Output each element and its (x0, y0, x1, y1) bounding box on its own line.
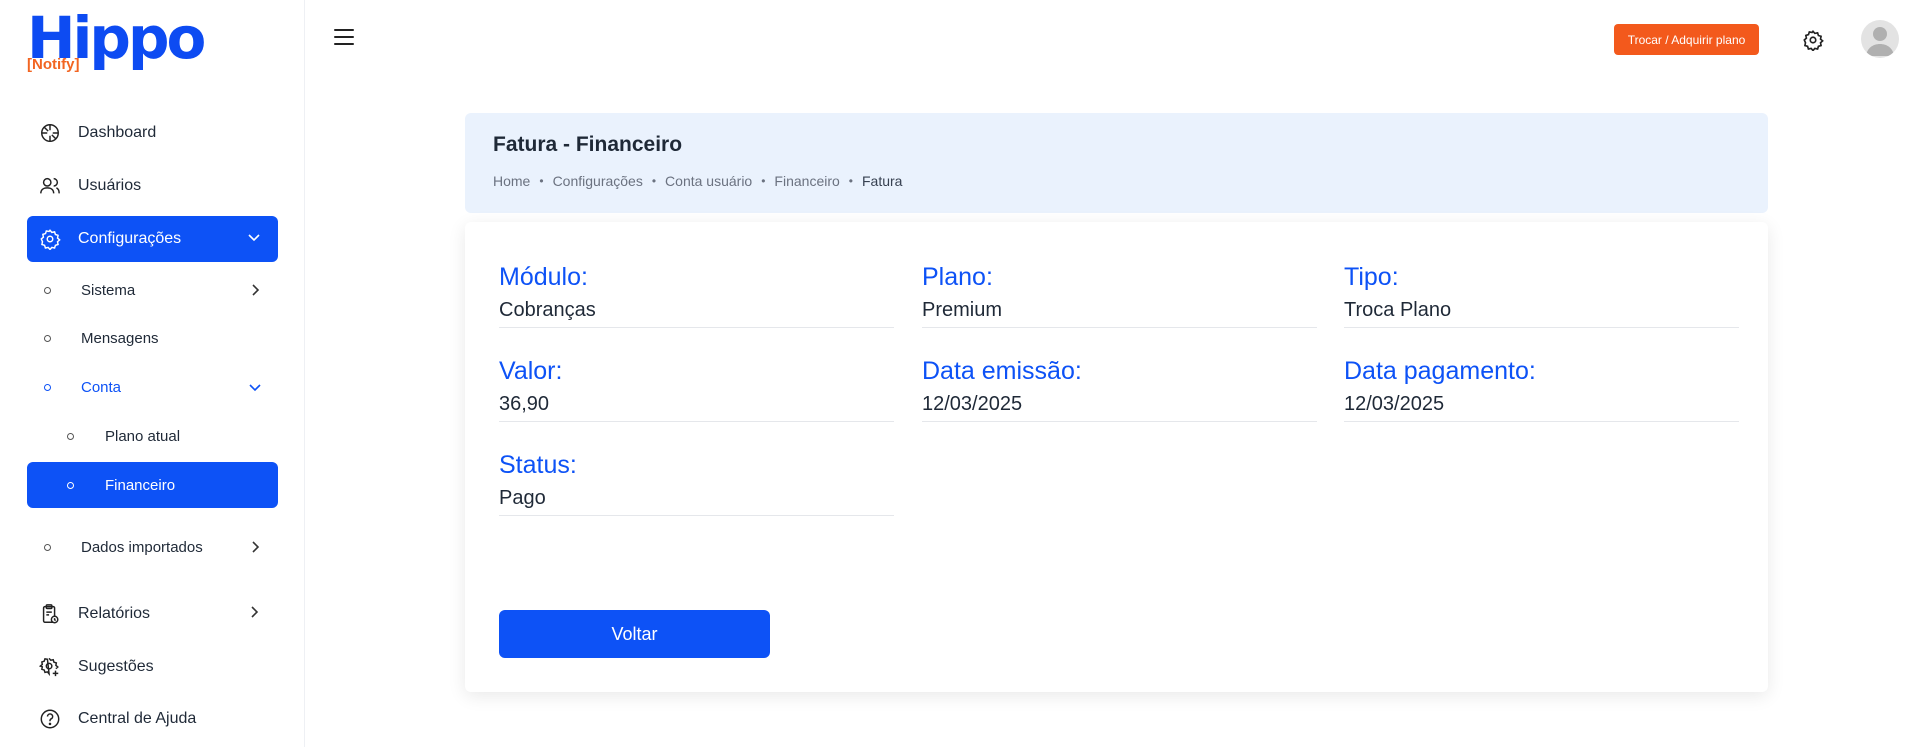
gear-plus-icon (38, 655, 62, 679)
breadcrumb: Home • Configurações • Conta usuário • F… (493, 173, 903, 189)
bullet-icon (67, 432, 74, 440)
breadcrumb-home[interactable]: Home (493, 173, 530, 189)
sidebar-subitem-label: Sistema (81, 281, 136, 299)
field-label: Módulo: (499, 263, 588, 291)
page-title: Fatura - Financeiro (493, 133, 683, 156)
field-label: Data pagamento: (1344, 357, 1536, 385)
field-value: Premium (922, 297, 1317, 328)
hamburger-icon (334, 29, 354, 31)
sidebar-item-label: Central de Ajuda (78, 710, 197, 727)
sidebar-item-usuarios[interactable]: Usuários (27, 163, 278, 209)
clipboard-icon (38, 602, 62, 626)
field-value: Cobranças (499, 297, 894, 328)
change-plan-button[interactable]: Trocar / Adquirir plano (1614, 24, 1759, 55)
sidebar-subitem-label: Plano atual (105, 427, 181, 445)
chevron-down-icon (249, 384, 261, 392)
field-label: Valor: (499, 357, 563, 385)
bullet-icon (44, 334, 51, 342)
dashboard-icon (38, 121, 62, 145)
bullet-icon (67, 481, 74, 489)
sidebar-subitem-label: Financeiro (105, 476, 176, 494)
field-value: 36,90 (499, 391, 894, 422)
user-avatar[interactable] (1861, 20, 1899, 58)
users-icon (38, 174, 62, 198)
field-value: 12/03/2025 (922, 391, 1317, 422)
breadcrumb-conta-usuario[interactable]: Conta usuário (665, 173, 752, 189)
sidebar-subitem-dados-importados[interactable]: Dados importados (27, 524, 278, 570)
sidebar-item-central-ajuda[interactable]: Central de Ajuda (27, 696, 278, 742)
sidebar-item-label: Dashboard (78, 124, 157, 141)
field-value: Pago (499, 485, 894, 516)
field-modulo: Módulo: Cobranças (499, 262, 894, 328)
field-value: Troca Plano (1344, 297, 1739, 328)
field-value: 12/03/2025 (1344, 391, 1739, 422)
bullet-icon (44, 543, 51, 551)
field-label: Status: (499, 451, 577, 479)
sidebar-item-sugestoes[interactable]: Sugestões (27, 644, 278, 690)
chevron-right-icon (252, 541, 260, 553)
sidebar-subitem-plano-atual[interactable]: Plano atual (27, 413, 278, 459)
invoice-card: Módulo: Cobranças Plano: Premium Tipo: T… (465, 222, 1768, 692)
page-header: Fatura - Financeiro Home • Configurações… (465, 113, 1768, 213)
sidebar-subitem-financeiro[interactable]: Financeiro (27, 462, 278, 508)
chevron-right-icon (251, 606, 259, 618)
brand-tag: [Notify] (27, 56, 80, 73)
field-data-pagamento: Data pagamento: 12/03/2025 (1344, 356, 1739, 422)
back-button[interactable]: Voltar (499, 610, 770, 658)
sidebar-item-configuracoes[interactable]: Configurações (27, 216, 278, 262)
sidebar-item-label: Relatórios (78, 605, 151, 622)
bullet-icon (44, 286, 51, 294)
sidebar-item-label: Sugestões (78, 658, 154, 675)
field-label: Tipo: (1344, 263, 1399, 291)
avatar-icon (1866, 27, 1894, 56)
sidebar-item-label: Usuários (78, 177, 142, 194)
sidebar-subitem-sistema[interactable]: Sistema (27, 267, 278, 313)
gear-icon (38, 227, 62, 251)
field-status: Status: Pago (499, 450, 894, 516)
sidebar-subitem-mensagens[interactable]: Mensagens (27, 315, 278, 361)
sidebar-item-label: Configurações (78, 230, 182, 247)
chevron-down-icon (248, 234, 260, 242)
field-valor: Valor: 36,90 (499, 356, 894, 422)
field-plano: Plano: Premium (922, 262, 1317, 328)
help-icon (38, 707, 62, 731)
sidebar: Hippo [Notify] Dashboard Usuários Config… (0, 0, 305, 747)
sidebar-subitem-label: Mensagens (81, 329, 159, 347)
sidebar-subitem-conta[interactable]: Conta (27, 364, 278, 410)
field-label: Plano: (922, 263, 993, 291)
sidebar-subitem-label: Conta (81, 378, 122, 396)
brand-logo[interactable]: Hippo [Notify] (27, 5, 207, 75)
field-data-emissao: Data emissão: 12/03/2025 (922, 356, 1317, 422)
sidebar-item-dashboard[interactable]: Dashboard (27, 110, 278, 156)
menu-toggle-button[interactable] (334, 29, 354, 45)
breadcrumb-configuracoes[interactable]: Configurações (553, 173, 643, 189)
breadcrumb-fatura: Fatura (862, 173, 903, 189)
chevron-right-icon (252, 284, 260, 296)
sidebar-item-relatorios[interactable]: Relatórios (27, 591, 278, 637)
sidebar-subitem-label: Dados importados (81, 538, 203, 556)
settings-gear-icon[interactable] (1802, 29, 1824, 51)
field-tipo: Tipo: Troca Plano (1344, 262, 1739, 328)
field-label: Data emissão: (922, 357, 1082, 385)
breadcrumb-financeiro[interactable]: Financeiro (774, 173, 839, 189)
bullet-icon (44, 383, 51, 391)
